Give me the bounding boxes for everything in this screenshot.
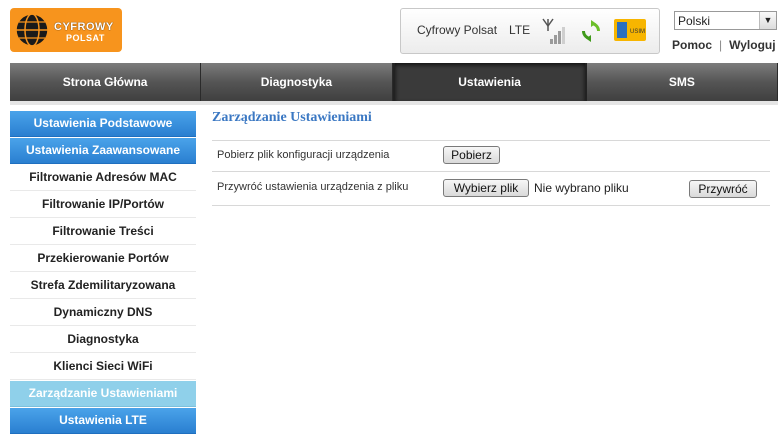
sim-label: USIM bbox=[630, 29, 645, 35]
sidebar-item-wifi-clients[interactable]: Klienci Sieci WiFi bbox=[10, 354, 196, 380]
sidebar-item-port-forwarding[interactable]: Przekierowanie Portów bbox=[10, 246, 196, 272]
help-link[interactable]: Pomoc bbox=[672, 38, 712, 52]
page-title: Zarządzanie Ustawieniami bbox=[212, 110, 372, 125]
sidebar-item-advanced-settings[interactable]: Ustawienia Zaawansowane bbox=[10, 138, 196, 164]
tab-sms[interactable]: SMS bbox=[586, 63, 778, 101]
sidebar-item-ip-port-filtering[interactable]: Filtrowanie IP/Portów bbox=[10, 192, 196, 218]
cyfrowy-polsat-logo: CYFROWY POLSAT bbox=[10, 8, 122, 52]
sidebar-item-lte-settings[interactable]: Ustawienia LTE bbox=[10, 408, 196, 434]
sidebar: Ustawienia Podstawowe Ustawienia Zaawans… bbox=[10, 111, 196, 435]
operator-name: Cyfrowy Polsat bbox=[417, 23, 498, 37]
tab-settings[interactable]: Ustawienia bbox=[392, 63, 587, 101]
language-value: Polski bbox=[678, 14, 711, 28]
sidebar-item-content-filtering[interactable]: Filtrowanie Treści bbox=[10, 219, 196, 245]
language-select[interactable]: Polski ▼ bbox=[674, 11, 777, 30]
restore-config-row: Przywróć ustawienia urządzenia z pliku W… bbox=[212, 171, 770, 206]
tab-diagnostics[interactable]: Diagnostyka bbox=[201, 63, 393, 101]
nav-divider bbox=[10, 101, 778, 105]
top-links: Pomoc | Wyloguj bbox=[672, 38, 776, 52]
download-button[interactable]: Pobierz bbox=[443, 146, 500, 164]
refresh-icon[interactable] bbox=[579, 19, 603, 43]
sidebar-item-basic-settings[interactable]: Ustawienia Podstawowe bbox=[10, 111, 196, 137]
logo-text-line1: CYFROWY bbox=[54, 21, 114, 33]
sidebar-item-diagnostics[interactable]: Diagnostyka bbox=[10, 327, 196, 353]
download-config-row: Pobierz plik konfiguracji urządzenia Pob… bbox=[212, 140, 770, 172]
restore-config-label: Przywróć ustawienia urządzenia z pliku bbox=[217, 181, 409, 193]
sim-card-icon: USIM bbox=[614, 19, 646, 41]
network-type: LTE bbox=[509, 23, 531, 37]
main-navigation: Strona Główna Diagnostyka Ustawienia SMS bbox=[10, 63, 778, 101]
sidebar-item-mac-filtering[interactable]: Filtrowanie Adresów MAC bbox=[10, 165, 196, 191]
connection-status-panel: Cyfrowy Polsat LTE USIM bbox=[400, 8, 660, 54]
download-config-label: Pobierz plik konfiguracji urządzenia bbox=[217, 149, 390, 161]
sidebar-item-settings-management[interactable]: Zarządzanie Ustawieniami bbox=[10, 381, 196, 407]
sidebar-item-dynamic-dns[interactable]: Dynamiczny DNS bbox=[10, 300, 196, 326]
tab-home[interactable]: Strona Główna bbox=[10, 63, 202, 101]
link-separator: | bbox=[719, 38, 723, 52]
no-file-chosen-text: Nie wybrano pliku bbox=[534, 181, 629, 195]
logout-link[interactable]: Wyloguj bbox=[729, 38, 775, 52]
sidebar-item-dmz[interactable]: Strefa Zdemilitaryzowana bbox=[10, 273, 196, 299]
choose-file-button[interactable]: Wybierz plik bbox=[443, 179, 529, 197]
signal-strength-icon bbox=[542, 18, 565, 44]
chevron-down-icon[interactable]: ▼ bbox=[759, 12, 776, 29]
restore-button[interactable]: Przywróć bbox=[689, 180, 757, 198]
globe-icon bbox=[15, 13, 49, 47]
logo-text-line2: POLSAT bbox=[66, 33, 105, 43]
